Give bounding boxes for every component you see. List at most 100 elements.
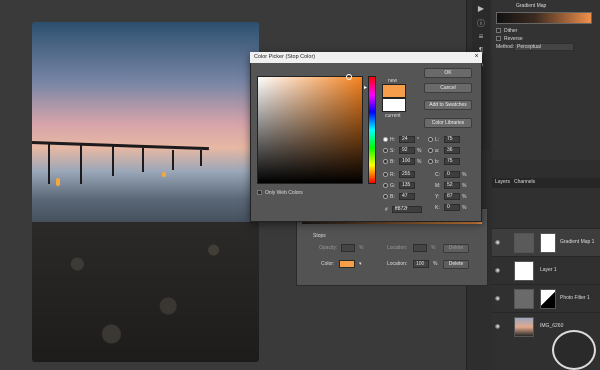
layer-row[interactable]: ◉ Photo Filter 1 xyxy=(492,284,600,312)
visibility-eye-icon[interactable]: ◉ xyxy=(495,267,500,274)
current-color-swatch[interactable] xyxy=(382,98,406,112)
opacity-input[interactable] xyxy=(341,244,355,252)
pier-post xyxy=(200,150,202,166)
tab-layers[interactable]: Layers xyxy=(495,179,510,185)
add-to-swatches-button[interactable]: Add to Swatches xyxy=(424,100,472,110)
adjustment-thumb xyxy=(514,289,534,309)
green-input[interactable]: 135 xyxy=(399,182,415,189)
color-location-percent: % xyxy=(433,261,438,267)
canvas-photo[interactable] xyxy=(32,22,259,362)
cyan-label: C: xyxy=(435,172,440,178)
green-radio[interactable] xyxy=(383,183,388,188)
b-input[interactable]: 75 xyxy=(444,158,460,165)
a-input[interactable]: 36 xyxy=(444,147,460,154)
layer-thumb xyxy=(514,261,534,281)
visibility-eye-icon[interactable]: ◉ xyxy=(495,323,500,330)
hex-label: # xyxy=(385,207,388,213)
visibility-eye-icon[interactable]: ◉ xyxy=(495,295,500,302)
dialog-title: Color Picker (Stop Color) xyxy=(250,52,482,63)
yellow-unit: % xyxy=(462,194,467,200)
properties-title: Gradient Map xyxy=(516,3,547,9)
red-radio[interactable] xyxy=(383,172,388,177)
brightness-input[interactable]: 100 xyxy=(399,158,415,165)
layer-name: Gradient Map 1 xyxy=(560,239,595,245)
reverse-label: Reverse xyxy=(504,36,523,42)
b-radio[interactable] xyxy=(428,159,433,164)
black-unit: % xyxy=(462,205,467,211)
only-web-colors-checkbox[interactable] xyxy=(257,190,262,195)
layer-mask-thumb xyxy=(540,289,556,309)
color-location-input[interactable]: 100 xyxy=(413,260,429,268)
stop-color-swatch[interactable] xyxy=(339,260,355,268)
current-label: current xyxy=(385,113,401,119)
cyan-unit: % xyxy=(462,172,467,178)
saturation-radio[interactable] xyxy=(383,148,388,153)
pier-silhouette xyxy=(32,141,209,151)
tab-channels[interactable]: Channels xyxy=(514,179,535,185)
layer-row[interactable]: ◉ Layer 1 xyxy=(492,256,600,284)
pier-post xyxy=(48,142,50,184)
a-label: a: xyxy=(435,148,440,154)
opacity-label: Opacity: xyxy=(319,245,338,251)
method-select[interactable]: Perceptual xyxy=(514,43,574,51)
saturation-input[interactable]: 92 xyxy=(399,147,415,154)
magenta-unit: % xyxy=(462,183,467,189)
layer-mask-thumb xyxy=(540,233,556,253)
saturation-unit: % xyxy=(417,148,422,154)
layer-name: IMG_6260 xyxy=(540,323,564,329)
brightness-radio[interactable] xyxy=(383,159,388,164)
adjust-icon[interactable]: ≡ xyxy=(475,32,487,42)
visibility-eye-icon[interactable]: ◉ xyxy=(495,239,500,246)
hue-slider[interactable] xyxy=(368,76,376,184)
rocks-foreground xyxy=(32,222,259,362)
yellow-label: Y: xyxy=(435,194,440,200)
cancel-button[interactable]: Cancel xyxy=(424,83,472,93)
black-input[interactable]: 0 xyxy=(444,204,460,211)
lightness-input[interactable]: 75 xyxy=(444,136,460,143)
hue-unit: ° xyxy=(417,137,419,143)
reverse-checkbox[interactable] xyxy=(496,36,501,41)
hex-input[interactable]: ff872f xyxy=(392,206,422,213)
green-label: G: xyxy=(390,183,396,189)
pier-post xyxy=(80,144,82,184)
light-reflection xyxy=(162,172,166,177)
layers-tabs: Layers Channels xyxy=(492,178,600,188)
close-icon[interactable]: × xyxy=(472,53,481,62)
opacity-delete-button[interactable]: Delete xyxy=(443,244,469,253)
lightness-label: L: xyxy=(435,137,440,143)
blue-input[interactable]: 47 xyxy=(399,193,415,200)
red-input[interactable]: 255 xyxy=(399,171,415,178)
magenta-input[interactable]: 52 xyxy=(444,182,460,189)
magenta-label: M: xyxy=(435,183,441,189)
color-location-label: Location: xyxy=(387,261,408,267)
blue-radio[interactable] xyxy=(383,194,388,199)
play-icon[interactable]: ▶ xyxy=(475,4,487,14)
gradient-preview-bar[interactable] xyxy=(496,12,592,24)
a-radio[interactable] xyxy=(428,148,433,153)
opacity-location-input[interactable] xyxy=(413,244,427,252)
color-field-cursor[interactable] xyxy=(346,74,352,80)
ok-button[interactable]: OK xyxy=(424,68,472,78)
yellow-input[interactable]: 87 xyxy=(444,193,460,200)
properties-panel: Gradient Map Dither Reverse Method: Perc… xyxy=(492,0,600,160)
pier-post xyxy=(172,150,174,170)
color-delete-button[interactable]: Delete xyxy=(443,260,469,269)
brightness-unit: % xyxy=(417,159,422,165)
new-color-swatch xyxy=(382,84,406,98)
hue-input[interactable]: 24 xyxy=(399,136,415,143)
layer-row[interactable]: ◉ Gradient Map 1 xyxy=(492,228,600,256)
saturation-label: S: xyxy=(390,148,395,154)
hue-radio[interactable] xyxy=(383,137,388,142)
hue-label: H: xyxy=(390,137,395,143)
hue-slider-arrow-icon[interactable]: ▸ xyxy=(364,84,367,91)
info-icon[interactable]: ⓘ xyxy=(475,18,487,28)
method-label: Method: xyxy=(496,44,515,50)
layer-name: Layer 1 xyxy=(540,267,557,273)
lightness-radio[interactable] xyxy=(428,137,433,142)
color-field[interactable] xyxy=(257,74,363,184)
cyan-input[interactable]: 0 xyxy=(444,171,460,178)
color-libraries-button[interactable]: Color Libraries xyxy=(424,118,472,128)
color-dropdown-icon[interactable]: ▾ xyxy=(359,261,362,267)
dither-checkbox[interactable] xyxy=(496,28,501,33)
light-reflection xyxy=(56,178,60,186)
